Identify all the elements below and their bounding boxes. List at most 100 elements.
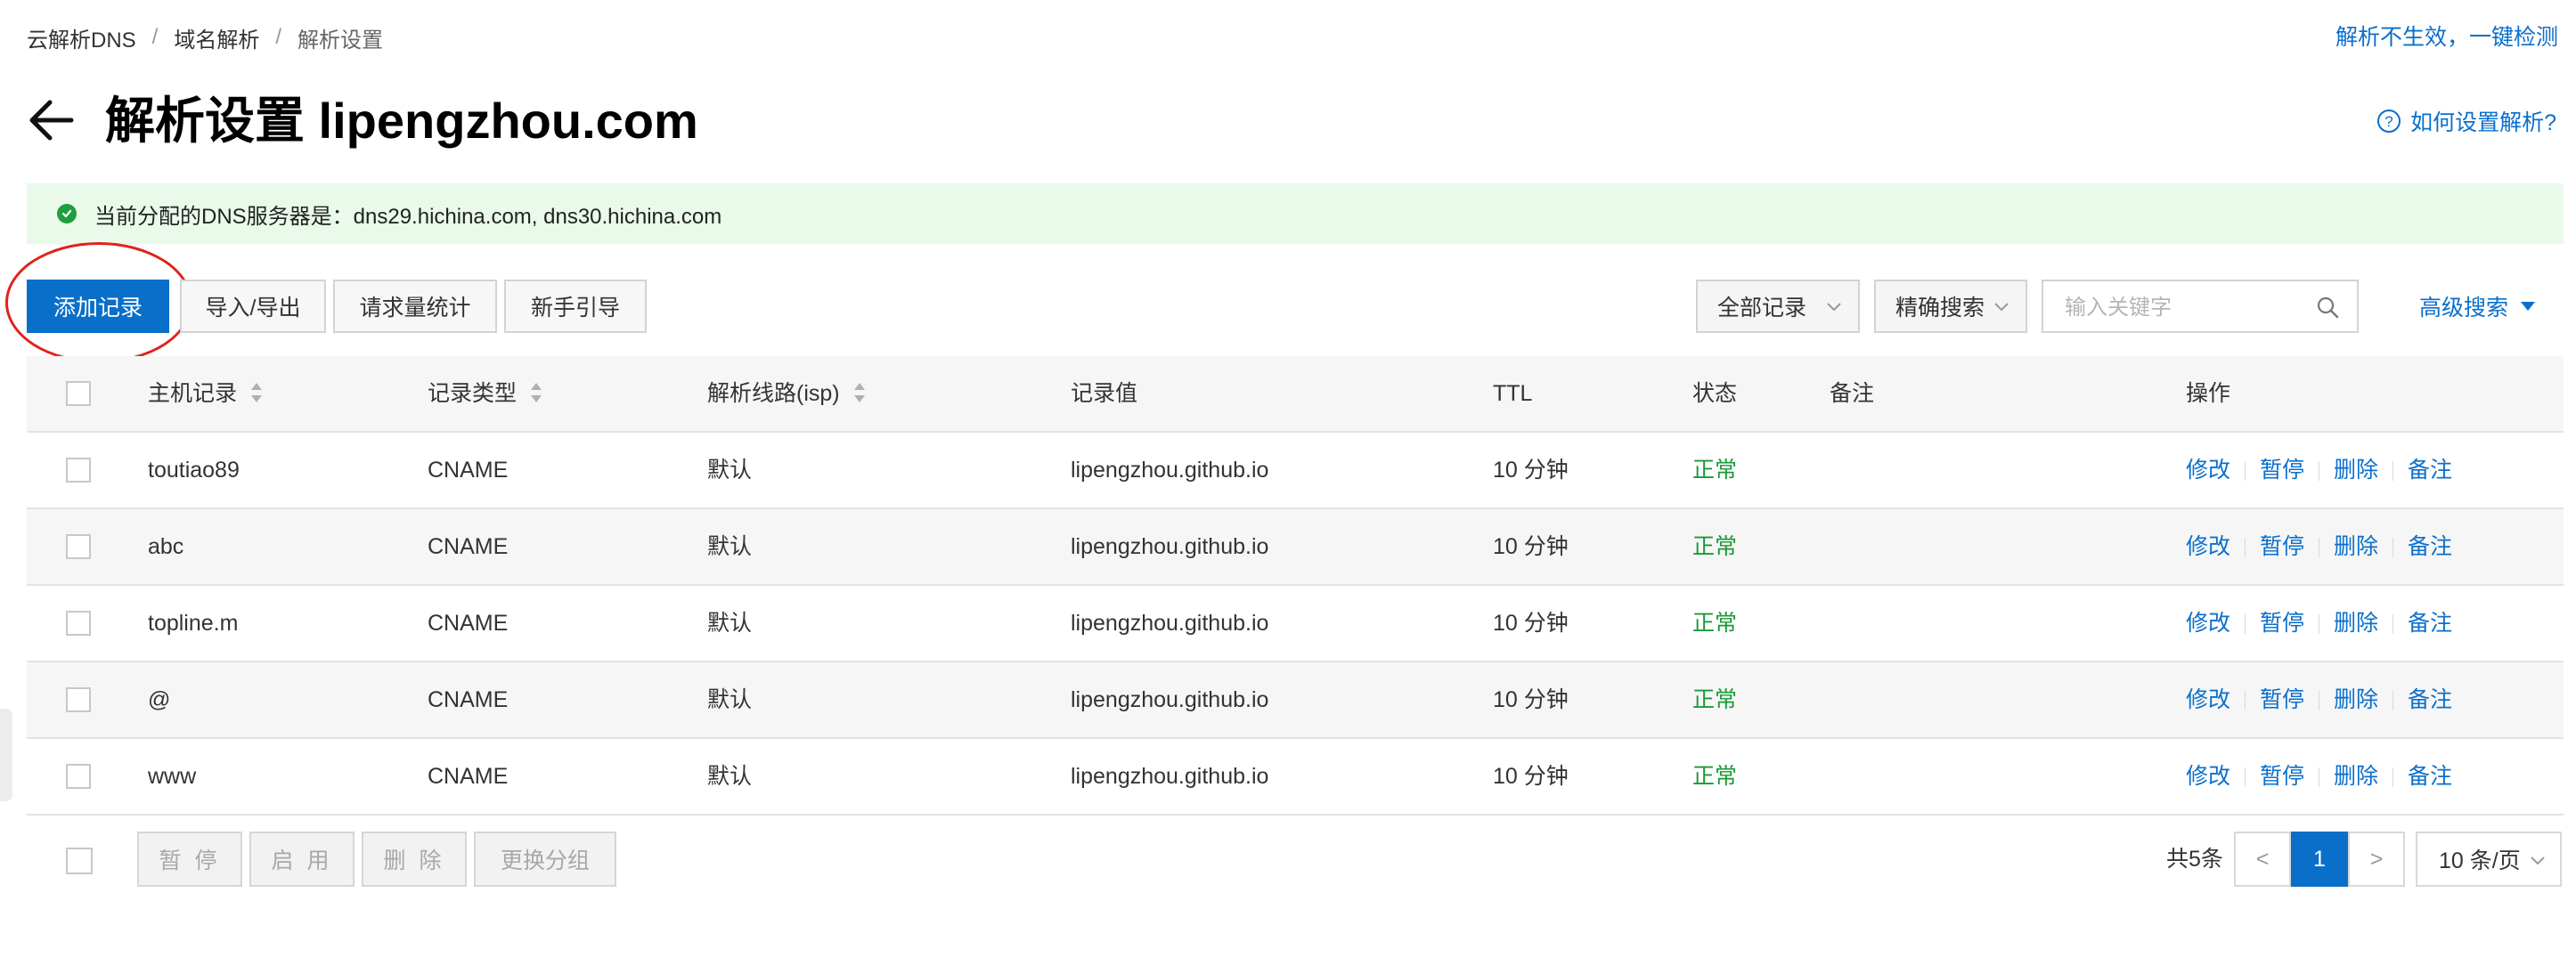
advanced-search-link[interactable]: 高级搜索 [2419,280,2536,333]
record-filter-value: 全部记录 [1717,296,1807,321]
back-arrow-icon[interactable] [27,96,75,144]
check-resolution-link[interactable]: 解析不生效，一键检测 [2336,20,2558,55]
host-cell: topline.m [148,611,239,636]
request-stats-button[interactable]: 请求量统计 [333,280,497,333]
actions-cell: 修改 暂停 删除 备注 [2186,509,2452,584]
pause-link[interactable]: 暂停 [2260,534,2304,559]
svg-text:?: ? [2384,113,2393,130]
divider [2245,691,2246,711]
select-all-checkbox[interactable] [66,381,91,406]
bulk-delete-button[interactable]: 删 除 [362,832,467,887]
ttl-cell: 10 分钟 [1493,458,1569,483]
column-header-ttl: TTL [1493,381,1533,406]
sort-icon [251,383,263,403]
row-checkbox[interactable] [66,458,91,483]
column-header-value: 记录值 [1071,381,1138,406]
search-input[interactable] [2063,294,2298,322]
host-cell: toutiao89 [148,458,240,483]
status-cell: 正常 [1692,534,1738,559]
type-cell: CNAME [428,687,509,712]
check-circle-icon [57,204,77,223]
breadcrumb-separator: / [275,25,282,49]
edit-link[interactable]: 修改 [2186,611,2230,636]
bulk-select-checkbox[interactable] [66,848,93,874]
column-header-actions: 操作 [2186,381,2231,406]
value-cell: lipengzhou.github.io [1071,764,1269,789]
divider [2245,767,2246,788]
pause-link[interactable]: 暂停 [2260,764,2304,789]
type-cell: CNAME [428,534,509,559]
edit-link[interactable]: 修改 [2186,534,2230,559]
host-cell: abc [148,534,184,559]
pause-link[interactable]: 暂停 [2260,458,2304,483]
divider [2245,538,2246,558]
page-size-value: 10 条/页 [2439,848,2521,873]
page-1-button[interactable]: 1 [2291,832,2348,887]
breadcrumb-separator: / [151,25,159,49]
column-header-host[interactable]: 主机记录 [148,356,263,431]
sort-icon [531,383,542,403]
help-link[interactable]: ? 如何设置解析? [2376,103,2556,139]
advanced-search-label: 高级搜索 [2419,296,2509,321]
delete-link[interactable]: 删除 [2334,687,2378,712]
column-header-line[interactable]: 解析线路(isp) [707,356,865,431]
delete-link[interactable]: 删除 [2334,764,2378,789]
delete-link[interactable]: 删除 [2334,458,2378,483]
row-checkbox[interactable] [66,611,91,636]
column-header-note: 备注 [1830,381,1875,406]
total-count: 共5条 [2166,847,2223,872]
pause-link[interactable]: 暂停 [2260,687,2304,712]
add-record-button[interactable]: 添加记录 [27,280,169,333]
line-cell: 默认 [707,611,753,636]
search-icon[interactable] [2316,296,2339,319]
chevron-down-icon [1827,303,1841,312]
sort-icon [853,383,865,403]
question-circle-icon: ? [2377,110,2401,133]
breadcrumb-item-domain[interactable]: 域名解析 [174,22,259,53]
chevron-down-icon [1994,303,2009,312]
delete-link[interactable]: 删除 [2334,534,2378,559]
status-cell: 正常 [1692,687,1738,712]
remark-link[interactable]: 备注 [2408,764,2452,789]
record-filter-select[interactable]: 全部记录 [1696,280,1860,333]
next-page-button[interactable]: > [2348,832,2405,887]
edit-link[interactable]: 修改 [2186,764,2230,789]
actions-cell: 修改 暂停 删除 备注 [2186,433,2452,507]
bulk-change-group-button[interactable]: 更换分组 [474,832,616,887]
column-header-status: 状态 [1692,381,1738,406]
beginner-guide-button[interactable]: 新手引导 [504,280,647,333]
edit-link[interactable]: 修改 [2186,458,2230,483]
edit-link[interactable]: 修改 [2186,687,2230,712]
delete-link[interactable]: 删除 [2334,611,2378,636]
row-checkbox[interactable] [66,764,91,789]
value-cell: lipengzhou.github.io [1071,534,1269,559]
search-mode-select[interactable]: 精确搜索 [1874,280,2027,333]
row-checkbox[interactable] [66,687,91,712]
remark-link[interactable]: 备注 [2408,687,2452,712]
table-row: abc CNAME 默认 lipengzhou.github.io 10 分钟 … [27,509,2564,586]
pause-link[interactable]: 暂停 [2260,611,2304,636]
status-cell: 正常 [1692,611,1738,636]
value-cell: lipengzhou.github.io [1071,611,1269,636]
column-header-type[interactable]: 记录类型 [428,356,542,431]
prev-page-button[interactable]: < [2234,832,2291,887]
host-cell: @ [148,687,171,712]
page-size-select[interactable]: 10 条/页 [2416,832,2562,887]
ttl-cell: 10 分钟 [1493,764,1569,789]
table-header-row: 主机记录 记录类型 解析线路(isp) 记录值 TTL 状态 备注 操作 [27,356,2564,433]
value-cell: lipengzhou.github.io [1071,458,1269,483]
bulk-pause-button[interactable]: 暂 停 [137,832,242,887]
remark-link[interactable]: 备注 [2408,534,2452,559]
table-row: toutiao89 CNAME 默认 lipengzhou.github.io … [27,433,2564,509]
row-checkbox[interactable] [66,534,91,559]
import-export-button[interactable]: 导入/导出 [180,280,326,333]
bulk-enable-button[interactable]: 启 用 [249,832,355,887]
remark-link[interactable]: 备注 [2408,611,2452,636]
divider [2245,614,2246,635]
remark-link[interactable]: 备注 [2408,458,2452,483]
breadcrumb-item-dns[interactable]: 云解析DNS [27,22,136,53]
side-collapse-handle[interactable] [0,709,12,801]
actions-cell: 修改 暂停 删除 备注 [2186,662,2452,737]
line-cell: 默认 [707,458,753,483]
search-box [2042,280,2359,333]
